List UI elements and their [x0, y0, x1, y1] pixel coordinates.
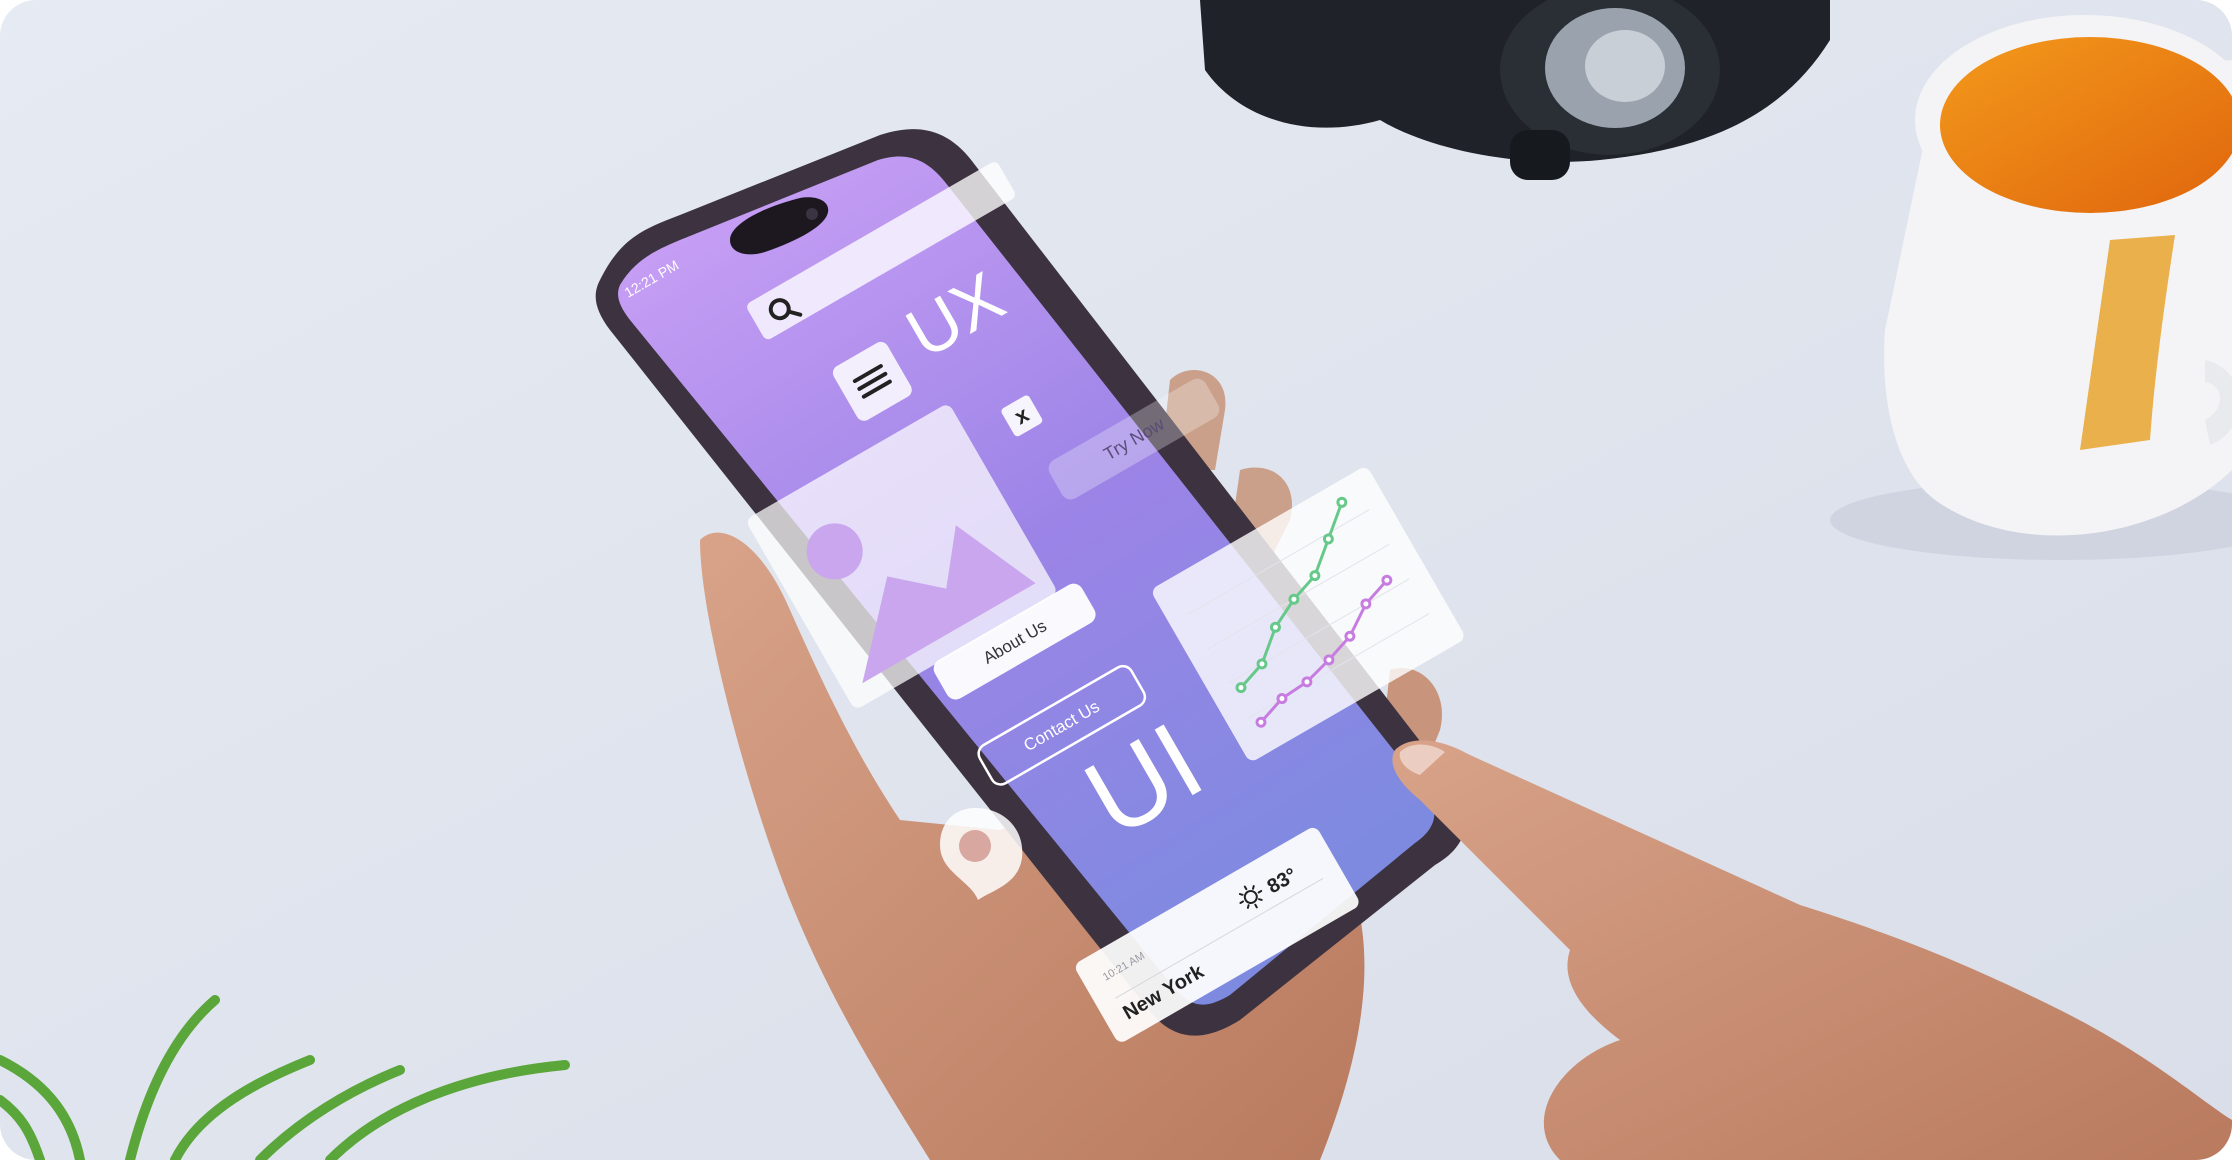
- scene-svg: 12:21 PM UX x Try Now About Us Contact U…: [0, 0, 2232, 1160]
- photo-scene: 12:21 PM UX x Try Now About Us Contact U…: [0, 0, 2232, 1160]
